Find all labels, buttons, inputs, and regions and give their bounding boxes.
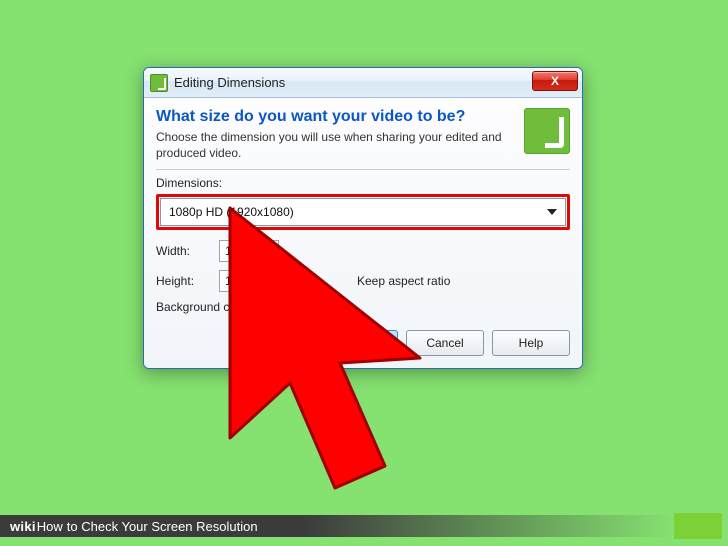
- chevron-down-icon: [547, 209, 557, 215]
- close-button[interactable]: X: [532, 71, 578, 91]
- banner-accent: [674, 513, 722, 539]
- titlebar[interactable]: Editing Dimensions X: [144, 68, 582, 98]
- dialog-subheading: Choose the dimension you will use when s…: [156, 129, 514, 161]
- ok-button[interactable]: OK: [320, 330, 398, 356]
- camtasia-logo-icon: [524, 108, 570, 154]
- dimensions-selected: 1080p HD (1920x1080): [169, 205, 294, 219]
- button-row: OK Cancel Help: [156, 330, 570, 356]
- dimensions-label: Dimensions:: [156, 176, 570, 190]
- height-label: Height:: [156, 274, 211, 288]
- cancel-button[interactable]: Cancel: [406, 330, 484, 356]
- brand-how: How: [37, 519, 63, 534]
- dialog-heading: What size do you want your video to be?: [156, 108, 514, 126]
- editing-dimensions-dialog: Editing Dimensions X What size do you wa…: [143, 67, 583, 369]
- dimensions-highlight: 1080p HD (1920x1080): [156, 194, 570, 230]
- article-title: to Check Your Screen Resolution: [67, 519, 258, 534]
- divider: [156, 169, 570, 170]
- height-input[interactable]: [219, 270, 279, 292]
- wikihow-banner: wikiHow to Check Your Screen Resolution: [0, 512, 728, 540]
- keep-aspect-label: Keep aspect ratio: [357, 274, 450, 288]
- dimensions-dropdown[interactable]: 1080p HD (1920x1080): [160, 198, 566, 226]
- background-color-label: Background color:: [156, 300, 253, 314]
- dialog-body: What size do you want your video to be? …: [144, 98, 582, 368]
- help-button[interactable]: Help: [492, 330, 570, 356]
- brand-wiki: wiki: [10, 519, 36, 534]
- width-label: Width:: [156, 244, 211, 258]
- width-input[interactable]: [219, 240, 279, 262]
- camtasia-icon: [150, 74, 168, 92]
- close-icon: X: [551, 74, 559, 88]
- window-title: Editing Dimensions: [174, 75, 285, 90]
